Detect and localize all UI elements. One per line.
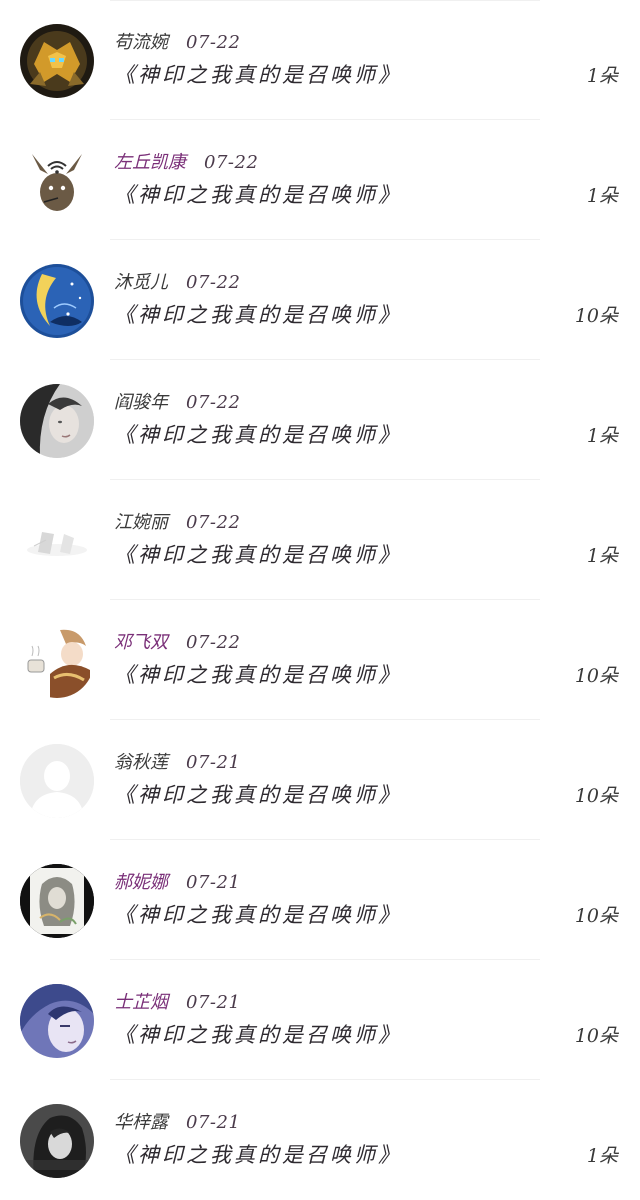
flower-count: 1朵 (586, 65, 618, 87)
flower-count: 1朵 (586, 425, 618, 447)
avatar[interactable] (20, 384, 94, 458)
item-meta: 华梓露 07-21 (114, 1112, 240, 1134)
avatar[interactable] (20, 744, 94, 818)
user-name[interactable]: 沐觅儿 (114, 272, 168, 293)
girl-portrait-avatar-icon (20, 384, 94, 458)
list-item[interactable]: 江婉丽 07-22 《神印之我真的是召唤师》 1朵 (0, 480, 640, 600)
item-meta: 邓飞双 07-22 (114, 632, 240, 654)
anime-tea-avatar-icon (20, 624, 94, 698)
flower-count: 10朵 (574, 905, 618, 927)
faded-sketch-avatar-icon (20, 504, 94, 578)
list-item[interactable]: 阎骏年 07-22 《神印之我真的是召唤师》 1朵 (0, 360, 640, 480)
list-item[interactable]: 翁秋莲 07-21 《神印之我真的是召唤师》 10朵 (0, 720, 640, 840)
avatar[interactable] (20, 624, 94, 698)
moon-night-avatar-icon (20, 264, 94, 338)
list-item[interactable]: 邓飞双 07-22 《神印之我真的是召唤师》 10朵 (0, 600, 640, 720)
gift-date: 07-22 (186, 512, 241, 533)
gift-date: 07-21 (186, 992, 241, 1013)
item-meta: 江婉丽 07-22 (114, 512, 240, 534)
list-item[interactable]: 苟流婉 07-22 《神印之我真的是召唤师》 1朵 (0, 0, 640, 120)
item-meta: 翁秋莲 07-21 (114, 752, 240, 774)
gift-date: 07-22 (204, 152, 259, 173)
avatar[interactable] (20, 984, 94, 1058)
user-name[interactable]: 邓飞双 (114, 632, 168, 653)
item-meta: 苟流婉 07-22 (114, 32, 240, 54)
avatar[interactable] (20, 1104, 94, 1178)
list-item[interactable]: 沐觅儿 07-22 《神印之我真的是召唤师》 10朵 (0, 240, 640, 360)
item-meta: 郝妮娜 07-21 (114, 872, 240, 894)
user-name[interactable]: 翁秋莲 (114, 752, 168, 773)
gift-date: 07-21 (186, 752, 241, 773)
default-user-avatar-icon (20, 744, 94, 818)
item-meta: 阎骏年 07-22 (114, 392, 240, 414)
avatar[interactable] (20, 864, 94, 938)
gift-date: 07-21 (186, 872, 241, 893)
user-name[interactable]: 华梓露 (114, 1112, 168, 1133)
item-meta: 沐觅儿 07-22 (114, 272, 240, 294)
gift-date: 07-22 (186, 32, 241, 53)
user-name[interactable]: 阎骏年 (114, 392, 168, 413)
item-meta: 士芷烟 07-21 (114, 992, 240, 1014)
gift-date: 07-22 (186, 272, 241, 293)
user-name[interactable]: 左丘凯康 (114, 152, 186, 173)
gift-date: 07-21 (186, 1112, 241, 1133)
flower-count: 10朵 (574, 785, 618, 807)
user-name[interactable]: 江婉丽 (114, 512, 168, 533)
book-title[interactable]: 《神印之我真的是召唤师》 (114, 182, 402, 208)
avatar[interactable] (20, 24, 94, 98)
book-title[interactable]: 《神印之我真的是召唤师》 (114, 1142, 402, 1168)
anime-face-avatar-icon (20, 984, 94, 1058)
avatar[interactable] (20, 144, 94, 218)
user-name[interactable]: 苟流婉 (114, 32, 168, 53)
list-item[interactable]: 左丘凯康 07-22 《神印之我真的是召唤师》 1朵 (0, 120, 640, 240)
book-title[interactable]: 《神印之我真的是召唤师》 (114, 782, 402, 808)
flower-count: 1朵 (586, 545, 618, 567)
avatar[interactable] (20, 264, 94, 338)
book-title[interactable]: 《神印之我真的是召唤师》 (114, 422, 402, 448)
flower-count: 10朵 (574, 1025, 618, 1047)
flower-count: 10朵 (574, 665, 618, 687)
transformer-robot-avatar-icon (20, 24, 94, 98)
book-title[interactable]: 《神印之我真的是召唤师》 (114, 1022, 402, 1048)
user-name[interactable]: 士芷烟 (114, 992, 168, 1013)
list-item[interactable]: 士芷烟 07-21 《神印之我真的是召唤师》 10朵 (0, 960, 640, 1080)
book-title[interactable]: 《神印之我真的是召唤师》 (114, 62, 402, 88)
girl-sketch-avatar-icon (20, 864, 94, 938)
gift-date: 07-22 (186, 392, 241, 413)
avatar[interactable] (20, 504, 94, 578)
book-title[interactable]: 《神印之我真的是召唤师》 (114, 902, 402, 928)
flower-count: 1朵 (586, 1145, 618, 1167)
item-meta: 左丘凯康 07-22 (114, 152, 258, 174)
list-item[interactable]: 华梓露 07-21 《神印之我真的是召唤师》 1朵 (0, 1080, 640, 1200)
bw-girl-avatar-icon (20, 1104, 94, 1178)
flower-count: 1朵 (586, 185, 618, 207)
book-title[interactable]: 《神印之我真的是召唤师》 (114, 542, 402, 568)
flower-count: 10朵 (574, 305, 618, 327)
rabbit-wifi-avatar-icon (20, 144, 94, 218)
book-title[interactable]: 《神印之我真的是召唤师》 (114, 302, 402, 328)
gift-date: 07-22 (186, 632, 241, 653)
list-item[interactable]: 郝妮娜 07-21 《神印之我真的是召唤师》 10朵 (0, 840, 640, 960)
user-name[interactable]: 郝妮娜 (114, 872, 168, 893)
book-title[interactable]: 《神印之我真的是召唤师》 (114, 662, 402, 688)
